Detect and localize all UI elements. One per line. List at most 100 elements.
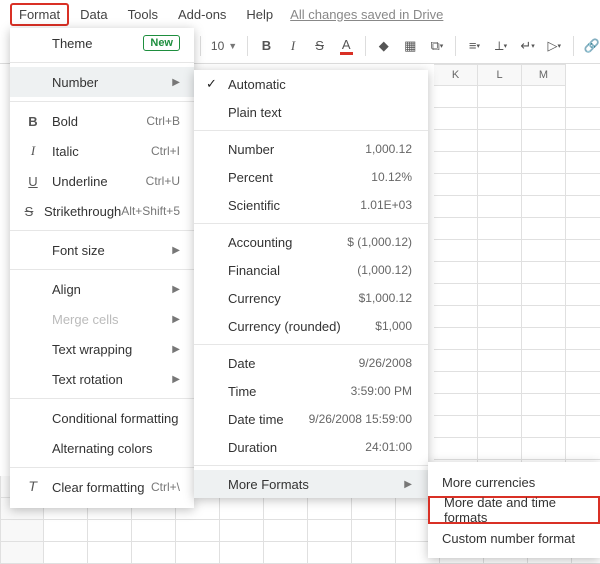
link-icon[interactable]: 🔗 <box>583 38 600 54</box>
number-datetime[interactable]: Date time 9/26/2008 15:59:00 <box>194 405 428 433</box>
menu-separator <box>194 223 428 224</box>
menu-label: Currency (rounded) <box>228 319 341 334</box>
number-automatic[interactable]: ✓ Automatic <box>194 70 428 98</box>
number-percent[interactable]: Percent 10.12% <box>194 163 428 191</box>
v-align-icon[interactable]: ⟂▾ <box>493 38 510 54</box>
number-currency-rounded[interactable]: Currency (rounded) $1,000 <box>194 312 428 340</box>
menu-format[interactable]: Format <box>10 3 69 26</box>
menu-number[interactable]: Number ▶ <box>10 67 194 97</box>
number-number[interactable]: Number 1,000.12 <box>194 135 428 163</box>
h-align-icon[interactable]: ≡▾ <box>466 38 483 53</box>
clear-format-icon: 𝘛 <box>24 479 42 495</box>
menu-label: Duration <box>228 440 277 455</box>
row-header[interactable] <box>0 520 44 542</box>
menu-separator <box>10 269 194 270</box>
menu-separator <box>10 467 194 468</box>
rotate-icon[interactable]: ▷▾ <box>546 38 563 54</box>
example-value: 9/26/2008 <box>359 356 412 370</box>
italic-icon[interactable]: I <box>285 38 302 54</box>
number-more-formats[interactable]: More Formats ▶ <box>194 470 428 498</box>
cell[interactable] <box>352 520 396 542</box>
shortcut-label: Ctrl+B <box>146 114 180 128</box>
number-duration[interactable]: Duration 24:01:00 <box>194 433 428 461</box>
menu-label: Clear formatting <box>52 480 144 495</box>
number-time[interactable]: Time 3:59:00 PM <box>194 377 428 405</box>
menu-tools[interactable]: Tools <box>119 3 167 26</box>
more-date-time-formats[interactable]: More date and time formats <box>428 496 600 524</box>
number-financial[interactable]: Financial (1,000.12) <box>194 256 428 284</box>
menu-label: Text wrapping <box>52 342 132 357</box>
menu-label: More currencies <box>442 475 535 490</box>
cell[interactable] <box>132 520 176 542</box>
cell[interactable] <box>308 542 352 564</box>
menu-align[interactable]: Align ▶ <box>10 274 194 304</box>
custom-number-format[interactable]: Custom number format <box>428 524 600 552</box>
menu-label: Align <box>52 282 81 297</box>
menu-theme[interactable]: Theme New <box>10 28 194 58</box>
number-scientific[interactable]: Scientific 1.01E+03 <box>194 191 428 219</box>
font-size-selector[interactable]: 10 ▼ <box>211 39 237 53</box>
menu-alternating-colors[interactable]: Alternating colors <box>10 433 194 463</box>
menu-font-size[interactable]: Font size ▶ <box>10 235 194 265</box>
menu-addons[interactable]: Add-ons <box>169 3 235 26</box>
number-date[interactable]: Date 9/26/2008 <box>194 349 428 377</box>
menu-label: Font size <box>52 243 105 258</box>
menu-underline[interactable]: U Underline Ctrl+U <box>10 166 194 196</box>
merge-icon[interactable]: ⧉▾ <box>429 38 446 54</box>
cell[interactable] <box>176 520 220 542</box>
cell[interactable] <box>264 520 308 542</box>
cell[interactable] <box>308 520 352 542</box>
cell[interactable] <box>220 498 264 520</box>
cell[interactable] <box>132 542 176 564</box>
cell[interactable] <box>308 498 352 520</box>
example-value: 3:59:00 PM <box>351 384 412 398</box>
number-accounting[interactable]: Accounting $ (1,000.12) <box>194 228 428 256</box>
example-value: 1.01E+03 <box>360 198 412 212</box>
menu-text-rotation[interactable]: Text rotation ▶ <box>10 364 194 394</box>
wrap-icon[interactable]: ↵▾ <box>519 38 536 54</box>
number-plain-text[interactable]: Plain text <box>194 98 428 126</box>
cell[interactable] <box>352 498 396 520</box>
row-header[interactable] <box>0 542 44 564</box>
underline-icon: U <box>24 174 42 189</box>
menu-label: Strikethrough <box>44 204 121 219</box>
submenu-arrow-icon: ▶ <box>172 344 180 355</box>
borders-icon[interactable]: ▦ <box>402 38 419 54</box>
menu-strikethrough[interactable]: S Strikethrough Alt+Shift+5 <box>10 196 194 226</box>
example-value: 9/26/2008 15:59:00 <box>309 412 412 426</box>
cell[interactable] <box>88 520 132 542</box>
menu-italic[interactable]: I Italic Ctrl+I <box>10 136 194 166</box>
cell[interactable] <box>220 542 264 564</box>
more-currencies[interactable]: More currencies <box>428 468 600 496</box>
cell[interactable] <box>44 542 88 564</box>
example-value: (1,000.12) <box>357 263 412 277</box>
text-color-icon[interactable]: A <box>338 37 355 55</box>
menu-label: Theme <box>52 36 92 51</box>
menu-data[interactable]: Data <box>71 3 116 26</box>
menu-label: Time <box>228 384 256 399</box>
cell[interactable] <box>44 520 88 542</box>
shortcut-label: Ctrl+U <box>146 174 180 188</box>
menu-label: More date and time formats <box>444 495 584 525</box>
menu-label: Date time <box>228 412 284 427</box>
dropdown-caret-icon: ▼ <box>228 41 237 51</box>
bold-icon[interactable]: B <box>258 38 275 53</box>
menu-bold[interactable]: B Bold Ctrl+B <box>10 106 194 136</box>
strikethrough-icon[interactable]: S <box>311 38 328 53</box>
menu-merge-cells: Merge cells ▶ <box>10 304 194 334</box>
cell[interactable] <box>264 542 308 564</box>
shortcut-label: Ctrl+I <box>151 144 180 158</box>
menu-clear-formatting[interactable]: 𝘛 Clear formatting Ctrl+\ <box>10 472 194 502</box>
fill-color-icon[interactable]: ◆ <box>375 38 392 54</box>
cell[interactable] <box>176 542 220 564</box>
menu-conditional-formatting[interactable]: Conditional formatting <box>10 403 194 433</box>
cell[interactable] <box>220 520 264 542</box>
cell[interactable] <box>352 542 396 564</box>
menu-help[interactable]: Help <box>237 3 282 26</box>
menu-label: Alternating colors <box>52 441 152 456</box>
cell[interactable] <box>88 542 132 564</box>
menu-text-wrapping[interactable]: Text wrapping ▶ <box>10 334 194 364</box>
cell[interactable] <box>264 498 308 520</box>
number-currency[interactable]: Currency $1,000.12 <box>194 284 428 312</box>
shortcut-label: Ctrl+\ <box>151 480 180 494</box>
